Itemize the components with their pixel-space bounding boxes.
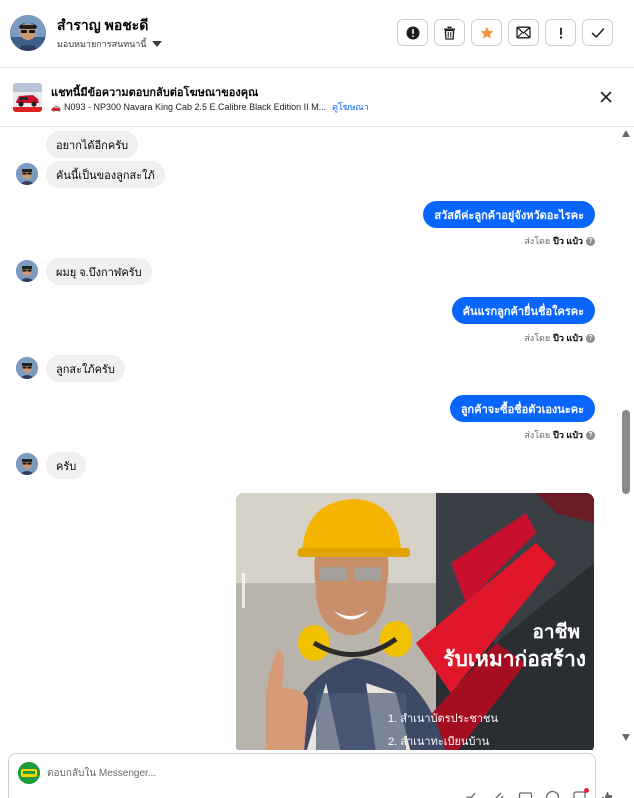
sender-avatar [16, 260, 38, 282]
caret-down-icon [151, 41, 162, 47]
incoming-message[interactable]: อยากได้อีกครับ [46, 131, 139, 158]
sent-by-label: ส่งโดย ปีว แป๋ว ? [524, 234, 595, 248]
like-icon[interactable] [599, 790, 614, 798]
incoming-message[interactable]: ลูกสะใภ้ครับ [46, 355, 125, 382]
promo-title-line2: รับเหมาก่อสร้าง [443, 648, 586, 671]
view-ad-link[interactable]: ดูโฆษณา [332, 100, 369, 114]
trash-icon [444, 26, 455, 40]
promo-list-item: 2. สำเนาทะเบียนบ้าน [388, 736, 490, 748]
ad-banner-title: แชทนี้มีข้อความตอบกลับต่อโฆษณาของคุณ [51, 87, 259, 99]
report-button[interactable] [397, 19, 428, 46]
outgoing-message[interactable]: คันแรกลูกค้ายื่นชื่อใครคะ [451, 297, 595, 324]
done-button[interactable] [582, 19, 613, 46]
close-icon[interactable] [598, 89, 614, 105]
ad-product-name: N093 - NP300 Navara King Cab 2.5 E Calib… [63, 102, 327, 112]
check-icon [591, 27, 604, 38]
contact-name[interactable]: สำราญ พอชะดี [57, 15, 148, 37]
reply-input[interactable] [47, 764, 467, 782]
sticker-button[interactable] [572, 788, 589, 798]
outgoing-message[interactable]: ลูกค้าจะซื้อชื่อตัวเองนะคะ [449, 395, 595, 422]
ad-reply-banner: แชทนี้มีข้อความตอบกลับต่อโฆษณาของคุณ 🚗 N… [0, 69, 634, 127]
exclamation-icon [559, 27, 562, 39]
mail-icon [516, 26, 531, 39]
sent-by-label: ส่งโดย ปีว แป๋ว ? [524, 428, 595, 442]
attachment-icon[interactable] [491, 790, 506, 798]
incoming-message[interactable]: ผมยุ จ.บึงกาฬครับ [46, 258, 152, 285]
car-icon: 🚗 [51, 102, 61, 112]
follow-up-button[interactable] [545, 19, 576, 46]
ad-thumbnail[interactable] [13, 83, 42, 112]
page-avatar [18, 762, 40, 784]
outgoing-image-message[interactable]: อาชีพ รับเหมาก่อสร้าง 1. สำเนาบัตรประชาช… [236, 493, 594, 750]
outgoing-message[interactable]: สวัสดีค่ะลูกค้าอยู่จังหวัดอะไรคะ [423, 201, 595, 228]
composer-tools [464, 788, 614, 798]
gif-icon[interactable] [518, 790, 533, 798]
assign-conversation-dropdown[interactable]: มอบหมายการสนทนานี้ [57, 37, 162, 51]
sent-by-label: ส่งโดย ปีว แป๋ว ? [524, 331, 595, 345]
help-icon[interactable]: ? [586, 236, 595, 246]
link-icon[interactable] [464, 790, 479, 798]
sender-avatar [16, 453, 38, 475]
sender-avatar [16, 357, 38, 379]
delete-button[interactable] [434, 19, 465, 46]
assign-label: มอบหมายการสนทนานี้ [57, 39, 147, 49]
mark-unread-button[interactable] [508, 19, 539, 46]
sent-by-agent: ปีว แป๋ว [553, 430, 583, 440]
help-icon[interactable]: ? [586, 333, 595, 343]
emoji-icon[interactable] [545, 790, 560, 798]
scroll-up-arrow-icon[interactable] [622, 130, 630, 137]
sent-by-agent: ปีว แป๋ว [553, 333, 583, 343]
reply-composer [8, 753, 613, 798]
exclamation-circle-icon [406, 26, 419, 39]
scrollbar-thumb[interactable] [622, 410, 630, 494]
sent-by-prefix: ส่งโดย [524, 430, 551, 440]
sent-by-prefix: ส่งโดย [524, 236, 551, 246]
sent-by-agent: ปีว แป๋ว [553, 236, 583, 246]
sender-avatar [16, 163, 38, 185]
conversation-header: สำราญ พอชะดี มอบหมายการสนทนานี้ [0, 0, 634, 68]
ad-banner-subtitle: 🚗 N093 - NP300 Navara King Cab 2.5 E Cal… [51, 100, 369, 114]
scroll-down-arrow-icon[interactable] [622, 734, 630, 741]
incoming-message[interactable]: ครับ [46, 452, 87, 479]
star-icon [480, 26, 493, 39]
sent-by-prefix: ส่งโดย [524, 333, 551, 343]
promo-list-item: 1. สำเนาบัตรประชาชน [388, 713, 499, 725]
star-button[interactable] [471, 19, 502, 46]
contact-avatar[interactable] [10, 15, 46, 51]
incoming-message[interactable]: คันนี้เป็นของลูกสะใภ้ [46, 161, 165, 188]
header-actions [397, 19, 613, 46]
notification-dot [584, 788, 589, 793]
help-icon[interactable]: ? [586, 430, 595, 440]
message-thread: อยากได้อีกครับ คันนี้เป็นของลูกสะใภ้ สวั… [0, 127, 620, 750]
